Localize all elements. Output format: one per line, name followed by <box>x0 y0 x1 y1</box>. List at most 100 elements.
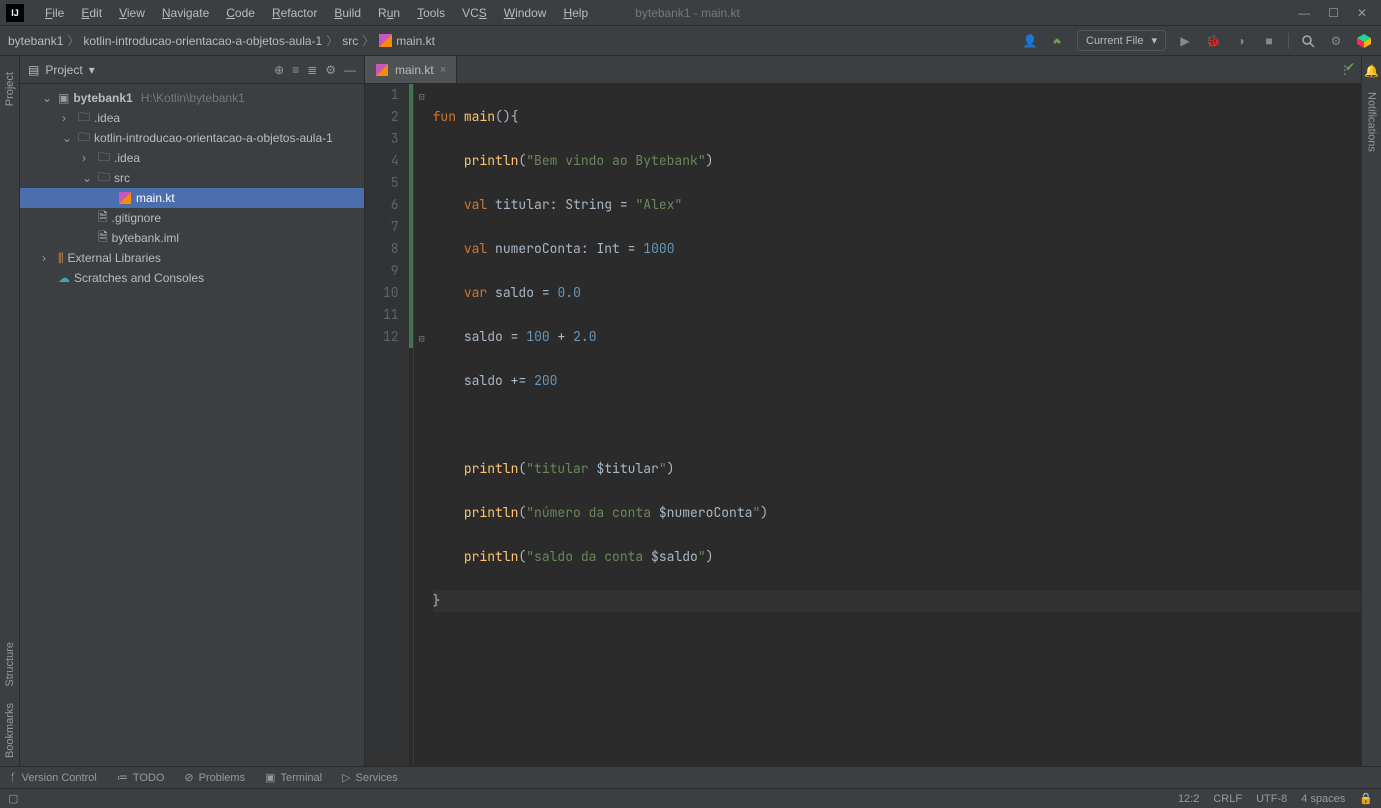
tool-todo[interactable]: ≔TODO <box>117 771 165 784</box>
tree-root-name: bytebank1 <box>73 91 132 105</box>
menu-build[interactable]: Build <box>327 3 368 23</box>
editor-area: main.kt × ⋮ 123456789101112 ⊟ ⊟ fun main… <box>365 56 1361 766</box>
editor-tabs: main.kt × ⋮ <box>365 56 1361 84</box>
tool-windows-icon[interactable]: ▢ <box>8 792 18 805</box>
stop-icon[interactable]: ■ <box>1260 32 1278 50</box>
tree-idea2-folder[interactable]: › 🗀 .idea <box>20 148 364 168</box>
bell-icon[interactable]: 🔔 <box>1364 64 1379 78</box>
project-folder-icon: ▤ <box>28 63 39 77</box>
warning-icon: ⊘ <box>184 771 193 784</box>
tool-services[interactable]: ▷Services <box>342 771 398 784</box>
chevron-down-icon[interactable]: ▾ <box>89 63 95 77</box>
fold-strip: ⊟ ⊟ <box>413 84 427 766</box>
left-tool-rail: Project Structure Bookmarks <box>0 56 20 766</box>
libraries-icon: ⫼ <box>58 251 64 266</box>
terminal-icon: ▣ <box>265 771 275 784</box>
tool-terminal[interactable]: ▣Terminal <box>265 771 322 784</box>
tree-file-main[interactable]: main.kt <box>20 188 364 208</box>
menu-help[interactable]: Help <box>556 3 595 23</box>
tree-file-iml[interactable]: 🗎 bytebank.iml <box>20 228 364 248</box>
collapse-all-icon[interactable]: ≣ <box>307 63 317 77</box>
build-hammer-icon[interactable] <box>1049 32 1067 50</box>
chevron-down-icon: ▾ <box>1151 34 1157 47</box>
menu-view[interactable]: View <box>112 3 152 23</box>
navigation-bar: bytebank1 〉 kotlin-introducao-orientacao… <box>0 26 1381 56</box>
menu-tools[interactable]: Tools <box>410 3 452 23</box>
crumb-module[interactable]: kotlin-introducao-orientacao-a-objetos-a… <box>83 34 322 48</box>
menu-edit[interactable]: Edit <box>74 3 109 23</box>
code-editor[interactable]: 123456789101112 ⊟ ⊟ fun main(){ println(… <box>365 84 1361 766</box>
chevron-right-icon: › <box>42 251 54 265</box>
window-title: bytebank1 - main.kt <box>635 6 740 20</box>
divider <box>1288 33 1289 49</box>
tree-external-libraries[interactable]: › ⫼ External Libraries <box>20 248 364 268</box>
crumb-root[interactable]: bytebank1 <box>8 34 63 48</box>
cursor-position[interactable]: 12:2 <box>1178 793 1199 805</box>
code-content[interactable]: fun main(){ println("Bem vindo ao Byteba… <box>427 84 1361 766</box>
run-icon[interactable]: ▶ <box>1176 32 1194 50</box>
gear-icon[interactable]: ⚙ <box>325 63 336 77</box>
tree-src-folder[interactable]: ⌄ 🗀 src <box>20 168 364 188</box>
tree-root-path: H:\Kotlin\bytebank1 <box>141 91 245 105</box>
gear-icon[interactable]: ⚙ <box>1327 32 1345 50</box>
tree-idea-folder[interactable]: › 🗀 .idea <box>20 108 364 128</box>
status-bar: ▢ 12:2 CRLF UTF-8 4 spaces 🔒 <box>0 788 1381 808</box>
indent-setting[interactable]: 4 spaces <box>1301 793 1345 805</box>
kotlin-file-icon <box>375 63 389 77</box>
bottom-tool-buttons: ᚶVersion Control ≔TODO ⊘Problems ▣Termin… <box>0 766 1381 788</box>
folder-icon: 🗀 <box>98 148 110 169</box>
tool-project[interactable]: Project <box>4 64 16 114</box>
folder-icon: 🗀 <box>78 128 90 149</box>
menu-navigate[interactable]: Navigate <box>155 3 216 23</box>
add-user-icon[interactable]: 👤 <box>1021 32 1039 50</box>
locate-icon[interactable]: ⊕ <box>274 63 284 77</box>
close-button[interactable]: ✕ <box>1357 6 1367 20</box>
crumb-file[interactable]: main.kt <box>396 34 435 48</box>
app-icon: IJ <box>6 4 24 22</box>
menu-run[interactable]: Run <box>371 3 407 23</box>
debug-icon[interactable]: 🐞 <box>1204 32 1222 50</box>
run-configuration-dropdown[interactable]: Current File ▾ <box>1077 30 1166 51</box>
expand-all-icon[interactable]: ≡ <box>292 63 299 77</box>
tool-structure[interactable]: Structure <box>4 634 16 695</box>
tool-version-control[interactable]: ᚶVersion Control <box>10 772 97 784</box>
window-controls: — ☐ ✕ <box>1298 6 1375 20</box>
jetbrains-toolbox-icon[interactable] <box>1355 32 1373 50</box>
hide-icon[interactable]: — <box>344 63 356 77</box>
tree-root[interactable]: ⌄ ▣ bytebank1 H:\Kotlin\bytebank1 <box>20 88 364 108</box>
tab-filename: main.kt <box>395 63 434 77</box>
tool-problems[interactable]: ⊘Problems <box>184 771 245 784</box>
close-icon[interactable]: × <box>440 64 446 76</box>
menu-vcs[interactable]: VCS <box>455 3 494 23</box>
tree-module-folder[interactable]: ⌄ 🗀 kotlin-introducao-orientacao-a-objet… <box>20 128 364 148</box>
project-tree: ⌄ ▣ bytebank1 H:\Kotlin\bytebank1 › 🗀 .i… <box>20 84 364 292</box>
minimize-button[interactable]: — <box>1298 6 1310 20</box>
main-menu: File Edit View Navigate Code Refactor Bu… <box>38 3 595 23</box>
maximize-button[interactable]: ☐ <box>1328 6 1339 20</box>
menu-file[interactable]: File <box>38 3 71 23</box>
lock-icon[interactable]: 🔒 <box>1359 792 1373 805</box>
scratches-icon: ☁ <box>58 271 70 285</box>
tab-main-kt[interactable]: main.kt × <box>365 56 457 83</box>
tree-file-gitignore[interactable]: 🗎 .gitignore <box>20 208 364 228</box>
file-encoding[interactable]: UTF-8 <box>1256 793 1287 805</box>
sidebar-title: Project <box>45 63 82 77</box>
list-icon: ≔ <box>117 771 128 784</box>
main-area: Project Structure Bookmarks ▤ Project ▾ … <box>0 56 1381 766</box>
menu-window[interactable]: Window <box>497 3 554 23</box>
tree-scratches[interactable]: ☁ Scratches and Consoles <box>20 268 364 288</box>
chevron-right-icon: 〉 <box>326 32 338 49</box>
right-tool-rail: 🔔 Notifications <box>1361 56 1381 766</box>
line-separator[interactable]: CRLF <box>1213 793 1242 805</box>
check-icon: ✔ <box>1345 60 1355 74</box>
crumb-src[interactable]: src <box>342 34 358 48</box>
coverage-icon[interactable]: ◑ <box>1232 32 1250 50</box>
tool-notifications[interactable]: Notifications <box>1366 84 1378 160</box>
menu-refactor[interactable]: Refactor <box>265 3 324 23</box>
search-icon[interactable] <box>1299 32 1317 50</box>
chevron-down-icon: ⌄ <box>82 171 94 185</box>
tool-bookmarks[interactable]: Bookmarks <box>4 695 16 766</box>
inspection-status[interactable]: ✔ <box>1345 60 1355 74</box>
file-icon: 🗎 <box>98 208 108 229</box>
menu-code[interactable]: Code <box>219 3 262 23</box>
